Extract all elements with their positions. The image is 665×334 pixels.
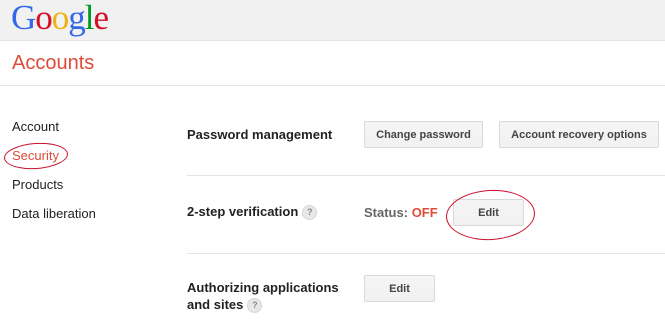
logo-letter: o bbox=[35, 0, 52, 37]
help-icon[interactable]: ? bbox=[247, 298, 263, 314]
account-recovery-options-button[interactable]: Account recovery options bbox=[499, 121, 659, 148]
two-step-verification-section: 2-step verification? Status: OFF Edit bbox=[187, 195, 665, 235]
authorizing-label-line2: and sites? bbox=[187, 296, 339, 314]
page-header: Accounts bbox=[0, 41, 665, 86]
page-title: Accounts bbox=[12, 52, 95, 74]
two-step-verification-label: 2-step verification? bbox=[187, 203, 318, 221]
section-divider bbox=[187, 175, 665, 176]
sidebar-item-data-liberation[interactable]: Data liberation bbox=[12, 206, 96, 235]
logo-letter: e bbox=[93, 0, 110, 37]
logo-letter: l bbox=[84, 0, 95, 37]
authorizing-applications-section: Authorizing applications and sites? Edit bbox=[187, 272, 665, 322]
password-management-section: Password management Change password Acco… bbox=[187, 118, 665, 158]
authorizing-label-line2-text: and sites bbox=[187, 297, 244, 312]
sidebar-nav: Account Security Products Data liberatio… bbox=[12, 119, 96, 235]
two-step-verification-text: 2-step verification bbox=[187, 204, 299, 219]
sidebar-item-products[interactable]: Products bbox=[12, 177, 96, 206]
password-management-label: Password management bbox=[187, 127, 333, 142]
authorizing-applications-label: Authorizing applications and sites? bbox=[187, 279, 339, 314]
logo-letter: G bbox=[11, 0, 36, 37]
logo-letter: g bbox=[68, 0, 85, 37]
help-icon[interactable]: ? bbox=[302, 205, 318, 221]
google-logo[interactable]: Google bbox=[11, 0, 110, 38]
top-bar: Google bbox=[0, 0, 665, 41]
logo-letter: o bbox=[51, 0, 69, 37]
two-step-status: Status: OFF bbox=[364, 205, 438, 220]
authorizing-label-line1: Authorizing applications bbox=[187, 280, 339, 295]
section-divider bbox=[187, 253, 665, 254]
change-password-button[interactable]: Change password bbox=[364, 121, 483, 148]
status-label: Status: bbox=[364, 205, 409, 220]
status-value: OFF bbox=[411, 205, 438, 220]
authorizing-edit-button[interactable]: Edit bbox=[364, 275, 435, 302]
